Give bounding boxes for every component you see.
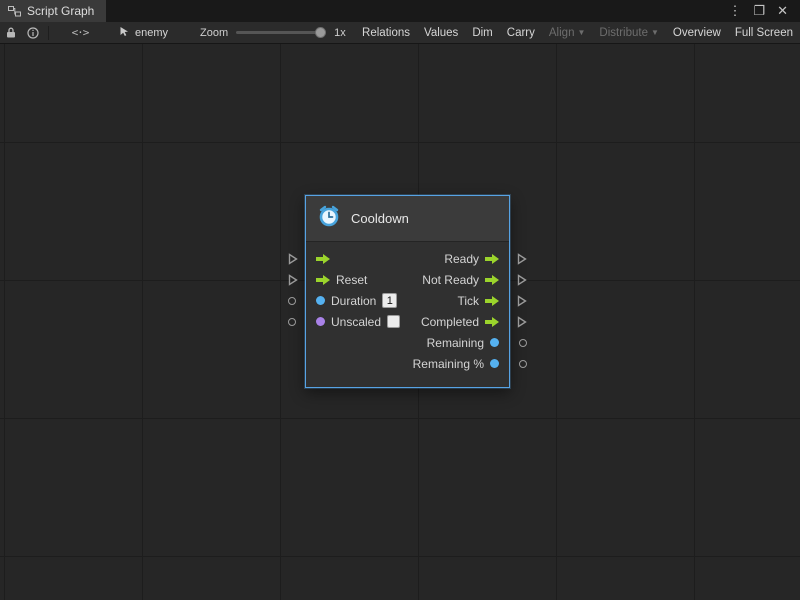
flow-output-connector[interactable] [517, 316, 527, 328]
duration-value-field[interactable]: 1 [382, 293, 397, 308]
remaining-output-port-icon[interactable] [490, 338, 499, 347]
flow-input-port-icon[interactable] [316, 254, 330, 264]
alarm-clock-icon [317, 204, 341, 233]
cooldown-node[interactable]: Cooldown Ready [305, 195, 510, 388]
zoom-value: 1x [334, 27, 346, 39]
port-label: Completed [421, 315, 479, 329]
port-row: Reset Not Ready [306, 269, 509, 290]
zoom-slider-handle[interactable] [315, 27, 326, 38]
port-label: Not Ready [422, 273, 479, 287]
dim-button[interactable]: Dim [465, 22, 499, 43]
menu-icon[interactable]: ⋮ [722, 0, 747, 22]
port-row: Remaining % [306, 353, 509, 374]
window-controls: ⋮ ❐ ✕ [722, 0, 800, 22]
dropdown-arrow-icon: ▼ [577, 29, 585, 37]
tab-bar: Script Graph ⋮ ❐ ✕ [0, 0, 800, 22]
full-screen-button[interactable]: Full Screen [728, 22, 800, 43]
port-label: Tick [457, 294, 479, 308]
duration-input-port-icon[interactable] [316, 296, 325, 305]
value-input-connector[interactable] [288, 297, 296, 305]
value-input-connector[interactable] [288, 318, 296, 326]
reset-input-port-icon[interactable] [316, 275, 330, 285]
flow-input-connector[interactable] [288, 253, 298, 265]
flow-output-connector[interactable] [517, 295, 527, 307]
port-label: Reset [336, 273, 367, 287]
ready-output-port-icon[interactable] [485, 254, 499, 264]
remaining-percent-output-port-icon[interactable] [490, 359, 499, 368]
not-ready-output-port-icon[interactable] [485, 275, 499, 285]
tab-title: Script Graph [27, 4, 94, 18]
zoom-label: Zoom [200, 27, 228, 39]
zoom-control: Zoom 1x [200, 27, 346, 39]
values-button[interactable]: Values [417, 22, 465, 43]
graph-breadcrumb[interactable]: enemy [119, 26, 168, 40]
flow-output-connector[interactable] [517, 253, 527, 265]
align-button[interactable]: Align ▼ [542, 22, 593, 43]
value-output-connector[interactable] [519, 360, 527, 368]
flow-input-connector[interactable] [288, 274, 298, 286]
port-label: Ready [444, 252, 479, 266]
relations-button[interactable]: Relations [355, 22, 417, 43]
close-icon[interactable]: ✕ [771, 0, 794, 22]
code-view-icon[interactable]: <·> [69, 22, 91, 44]
info-icon[interactable] [22, 22, 44, 44]
toolbar: <·> enemy Zoom 1x Relations Values Dim C… [0, 22, 800, 44]
toolbar-buttons: Relations Values Dim Carry Align ▼ Distr… [355, 22, 800, 43]
unscaled-input-port-icon[interactable] [316, 317, 325, 326]
unscaled-checkbox[interactable] [387, 315, 400, 328]
node-title: Cooldown [351, 211, 409, 226]
flow-output-connector[interactable] [517, 274, 527, 286]
port-row: Unscaled Completed [306, 311, 509, 332]
port-label: Unscaled [331, 315, 381, 329]
toolbar-separator [48, 26, 49, 40]
maximize-icon[interactable]: ❐ [747, 0, 771, 22]
node-body: Ready Reset [306, 242, 509, 387]
zoom-slider[interactable] [236, 31, 326, 34]
tab-script-graph[interactable]: Script Graph [0, 0, 106, 22]
port-row: Ready [306, 248, 509, 269]
script-graph-icon [8, 6, 21, 17]
overview-button[interactable]: Overview [666, 22, 728, 43]
lock-icon[interactable] [0, 22, 22, 44]
dropdown-arrow-icon: ▼ [651, 29, 659, 37]
value-output-connector[interactable] [519, 339, 527, 347]
port-label: Remaining % [413, 357, 484, 371]
tick-output-port-icon[interactable] [485, 296, 499, 306]
port-label: Duration [331, 294, 376, 308]
carry-button[interactable]: Carry [500, 22, 542, 43]
port-row: Duration 1 Tick [306, 290, 509, 311]
graph-pointer-icon [119, 26, 130, 40]
distribute-button[interactable]: Distribute ▼ [592, 22, 666, 43]
port-label: Remaining [427, 336, 484, 350]
port-row: Remaining [306, 332, 509, 353]
graph-canvas[interactable]: Cooldown Ready [0, 44, 800, 600]
graph-name: enemy [135, 27, 168, 39]
completed-output-port-icon[interactable] [485, 317, 499, 327]
node-header[interactable]: Cooldown [306, 196, 509, 242]
